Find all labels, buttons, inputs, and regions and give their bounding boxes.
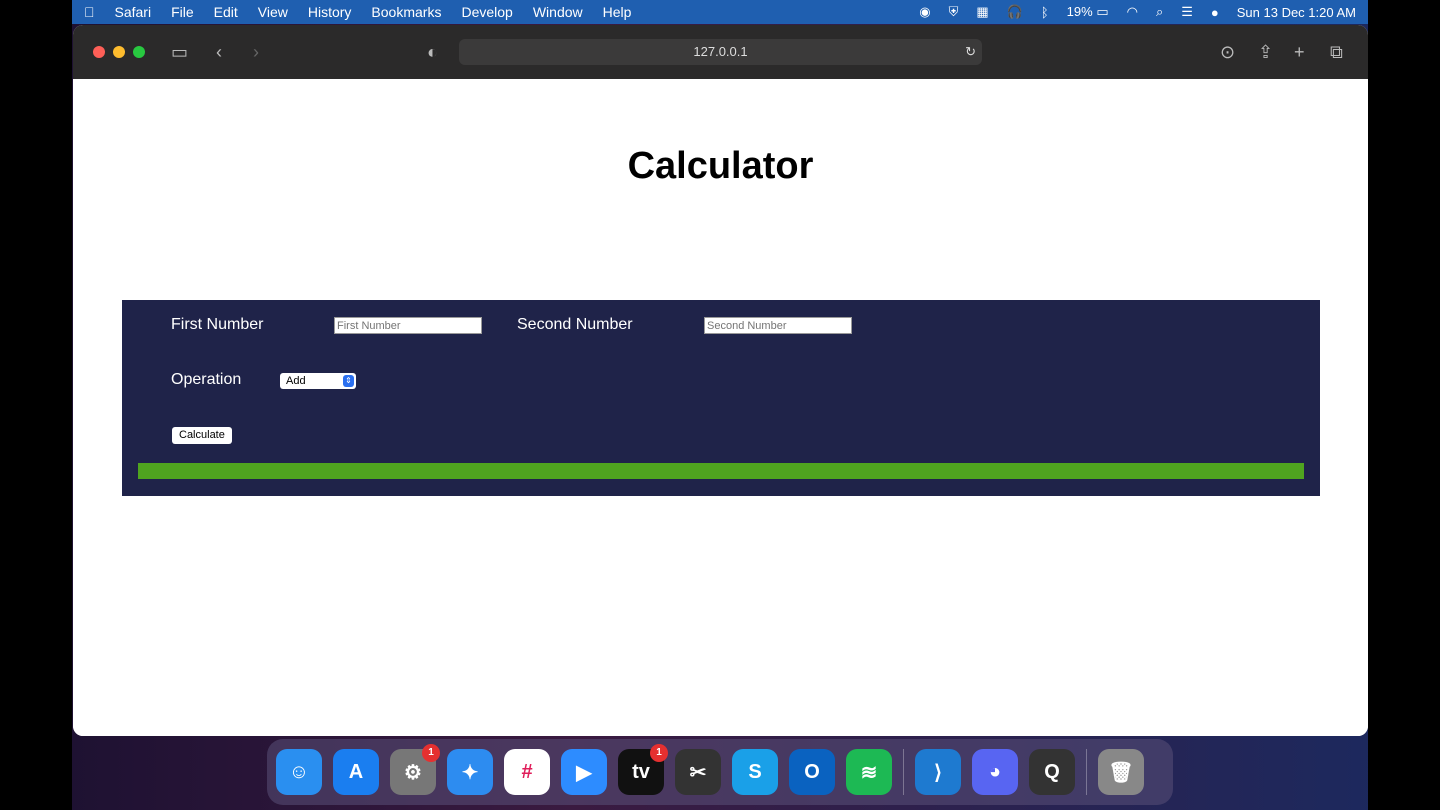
window-manager-icon[interactable]: ▦ <box>976 4 988 20</box>
close-window-button[interactable] <box>93 46 105 58</box>
dock-separator <box>903 749 904 795</box>
menu-item-help[interactable]: Help <box>603 4 632 20</box>
second-number-input[interactable] <box>704 317 852 334</box>
tab-overview-icon[interactable]: ⧉ <box>1330 42 1343 63</box>
menu-item-history[interactable]: History <box>308 4 352 20</box>
reload-icon[interactable]: ↻ <box>965 39 976 65</box>
headphones-icon[interactable]: 🎧 <box>1007 4 1023 20</box>
share-icon[interactable]: ⇪ <box>1258 42 1273 63</box>
dock-discord-icon[interactable]: ◕ <box>972 749 1018 795</box>
page-title: Calculator <box>627 145 814 187</box>
dock-slack-icon[interactable]: # <box>504 749 550 795</box>
operation-label: Operation <box>171 371 242 388</box>
forward-icon[interactable]: › <box>253 42 259 63</box>
menu-item-file[interactable]: File <box>171 4 194 20</box>
dock-quicktime-icon[interactable]: Q <box>1029 749 1075 795</box>
safari-window: ▭ ‹ › ◐ 127.0.0.1 ↻ ⊙ ⇪ + ⧉ Calculator Fi… <box>73 25 1368 736</box>
calculator-form: First Number Second Number Operation Add… <box>122 300 1320 496</box>
zoom-window-button[interactable] <box>133 46 145 58</box>
notification-badge: 1 <box>422 744 440 762</box>
sidebar-icon[interactable]: ▭ <box>171 42 188 63</box>
control-center-icon[interactable]: ☰ <box>1181 4 1193 20</box>
siri-icon[interactable]: ● <box>1211 5 1219 20</box>
notification-badge: 1 <box>650 744 668 762</box>
browser-toolbar: ▭ ‹ › ◐ 127.0.0.1 ↻ ⊙ ⇪ + ⧉ <box>73 25 1368 79</box>
black-border-right <box>1368 0 1440 810</box>
first-number-input[interactable] <box>334 317 482 334</box>
vpn-shield-icon[interactable]: ⛨ <box>949 4 959 20</box>
downloads-icon[interactable]: ⊙ <box>1220 42 1235 63</box>
minimize-window-button[interactable] <box>113 46 125 58</box>
screen-record-icon[interactable]: ◉ <box>919 4 930 20</box>
wifi-icon[interactable]: ◠ <box>1127 4 1138 20</box>
dock-finder-icon[interactable]: ☺ <box>276 749 322 795</box>
address-bar[interactable]: 127.0.0.1 ↻ <box>459 39 982 65</box>
menu-item-bookmarks[interactable]: Bookmarks <box>371 4 441 20</box>
menu-item-window[interactable]: Window <box>533 4 583 20</box>
dock-skype-icon[interactable]: S <box>732 749 778 795</box>
menu-item-view[interactable]: View <box>258 4 288 20</box>
operation-value: Add <box>286 375 306 387</box>
dock-system-preferences-icon[interactable]: ⚙ 1 <box>390 744 440 795</box>
dock-final-cut-icon[interactable]: ✂ <box>675 749 721 795</box>
battery-status[interactable]: 19% ▭ <box>1067 4 1109 20</box>
battery-percent: 19% <box>1066 4 1093 19</box>
dock-spotify-icon[interactable]: ≋ <box>846 749 892 795</box>
menu-bar:  Safari File Edit View History Bookmarks Dev… <box>72 0 1368 24</box>
second-number-label: Second Number <box>517 316 633 333</box>
dock-zoom-icon[interactable]: ▶ <box>561 749 607 795</box>
web-content: Calculator First Number Second Number Op… <box>73 79 1368 736</box>
url-text: 127.0.0.1 <box>693 44 748 59</box>
apple-icon[interactable]:  <box>84 4 95 20</box>
dock-app-store-icon[interactable]: A <box>333 749 379 795</box>
new-tab-icon[interactable]: + <box>1294 42 1305 63</box>
calculate-button[interactable]: Calculate <box>172 427 232 444</box>
privacy-shield-icon[interactable]: ◐ <box>427 42 438 63</box>
operation-select[interactable]: Add ⇕ <box>280 373 356 389</box>
dock: ☺ A ⚙ 1 ✦ # ▶ tv 1 ✂ S O ≋ ⟩ ◕ Q 🗑 <box>267 739 1173 805</box>
menu-item-edit[interactable]: Edit <box>214 4 238 20</box>
dock-trash-icon[interactable]: 🗑 <box>1098 749 1144 795</box>
black-border-left <box>0 0 72 810</box>
dock-apple-tv-icon[interactable]: tv 1 <box>618 744 668 795</box>
bluetooth-off-icon[interactable]: ᛒ <box>1041 5 1049 20</box>
dock-vscode-icon[interactable]: ⟩ <box>915 749 961 795</box>
dock-safari-icon[interactable]: ✦ <box>447 749 493 795</box>
menu-app-name[interactable]: Safari <box>115 4 152 20</box>
select-arrows-icon: ⇕ <box>343 375 354 387</box>
back-icon[interactable]: ‹ <box>216 42 222 63</box>
dock-separator <box>1086 749 1087 795</box>
result-bar <box>138 463 1304 479</box>
clock[interactable]: Sun 13 Dec 1:20 AM <box>1237 5 1356 20</box>
spotlight-search-icon[interactable]: ⌕ <box>1156 4 1163 20</box>
first-number-label: First Number <box>171 316 264 333</box>
menu-item-develop[interactable]: Develop <box>461 4 512 20</box>
dock-outlook-icon[interactable]: O <box>789 749 835 795</box>
